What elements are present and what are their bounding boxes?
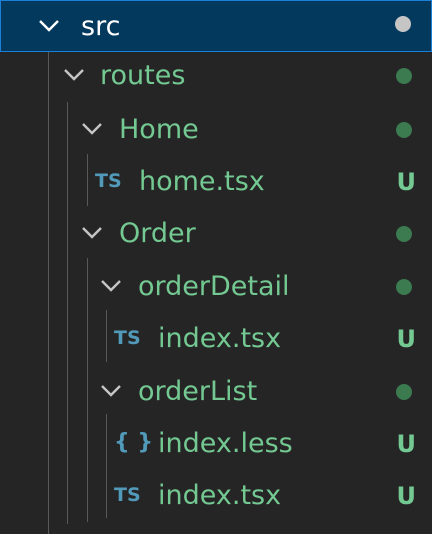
tree-item-home-folder[interactable]: Home (0, 104, 432, 156)
tree-item-order-list-folder[interactable]: orderList (0, 366, 432, 418)
file-label: index.less (158, 428, 293, 459)
tree-item-order-detail-folder[interactable]: orderDetail (0, 261, 432, 313)
typescript-file-icon: TS (95, 170, 122, 192)
untracked-dot (396, 226, 412, 242)
chevron-down-icon[interactable] (35, 12, 63, 40)
braces-file-icon: { } (114, 430, 153, 455)
folder-label: routes (100, 60, 186, 91)
typescript-file-icon: TS (114, 484, 141, 506)
untracked-status-badge: U (396, 325, 417, 353)
untracked-status-badge: U (396, 430, 417, 458)
folder-label: orderList (138, 376, 258, 407)
untracked-status-badge: U (396, 482, 417, 510)
tree-item-order-detail-index-tsx[interactable]: TS index.tsx U (0, 313, 432, 365)
chevron-down-icon[interactable] (78, 115, 106, 143)
untracked-dot (396, 68, 412, 84)
chevron-down-icon[interactable] (97, 272, 125, 300)
chevron-down-icon[interactable] (78, 219, 106, 247)
untracked-dot (396, 384, 412, 400)
tree-item-order-list-index-less[interactable]: { } index.less U (0, 418, 432, 470)
file-label: index.tsx (158, 480, 282, 511)
chevron-down-icon[interactable] (97, 377, 125, 405)
modified-dot (395, 16, 411, 32)
tree-item-home-tsx[interactable]: TS home.tsx U (0, 156, 432, 208)
tree-item-order-list-index-tsx[interactable]: TS index.tsx U (0, 470, 432, 522)
chevron-down-icon[interactable] (60, 61, 88, 89)
folder-label: Home (119, 114, 199, 145)
file-explorer-tree: src routes Home TS home.tsx U Order orde… (0, 0, 432, 534)
file-label: home.tsx (139, 166, 265, 197)
untracked-dot (396, 279, 412, 295)
folder-label: src (81, 11, 121, 42)
file-label: index.tsx (158, 323, 282, 354)
untracked-status-badge: U (396, 168, 417, 196)
folder-label: orderDetail (138, 271, 290, 302)
untracked-dot (396, 122, 412, 138)
tree-item-routes[interactable]: routes (0, 50, 432, 102)
folder-label: Order (119, 218, 196, 249)
tree-item-order-folder[interactable]: Order (0, 208, 432, 260)
typescript-file-icon: TS (114, 327, 141, 349)
tree-item-src[interactable]: src (0, 0, 432, 52)
